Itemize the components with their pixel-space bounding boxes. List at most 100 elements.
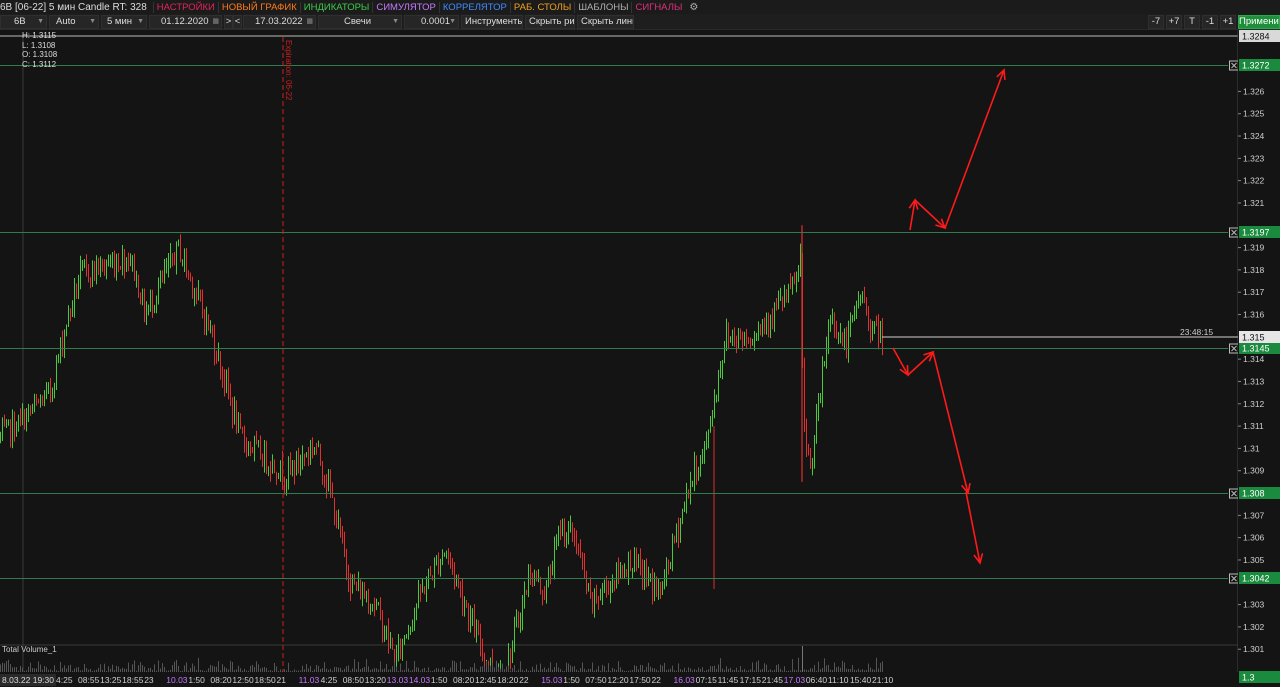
time-axis-label: 15:40 [850,675,872,685]
time-axis-date-label: 14.03 [409,675,431,685]
date-from-input[interactable]: 01.12.2020 ▦ [149,15,222,29]
level-lines[interactable] [0,60,1239,584]
arrow-line [892,347,909,376]
time-axis-label: 11:10 [828,675,849,685]
price-tick-label: 1.307 [1243,510,1265,520]
hide-drawings-button[interactable]: Скрыть рис. [525,15,575,29]
time-axis-label: 1:50 [431,675,448,685]
ohlc-close: C: 1.3112 [22,59,57,69]
arrow-line [944,69,1005,229]
price-tick-label: 1.319 [1243,243,1265,253]
time-axis-label: 21:10 [872,675,894,685]
today-button[interactable]: T [1184,15,1200,29]
price-tick-label: 1.324 [1243,131,1265,141]
time-axis-label: 07:50 [585,675,607,685]
price-tick-label: 1.318 [1243,265,1265,275]
ohlc-readout: H: 1.3115 L: 1.3108 O: 1.3108 C: 1.3112 [22,31,57,69]
time-axis-label: 4:25 [56,675,73,685]
time-axis-label: 13:20 [365,675,387,685]
time-axis-label: 12:50 [232,675,254,685]
price-tick-label: 1.302 [1243,622,1265,632]
level-price-badge: 1.3272 [1242,61,1270,71]
date-from-value: 01.12.2020 [161,16,209,27]
arrow-line [914,199,946,229]
time-axis-label: 23 [144,675,154,685]
price-tick-label: 1.314 [1243,354,1265,364]
close-icon [1231,490,1237,497]
nav-prev-button[interactable]: < [233,15,242,29]
menu-bar: 6B [06-22] 5 мин Candle RT: 328 НАСТРОЙК… [0,0,1280,14]
time-axis-label: 11:45 [718,675,739,685]
scale-select[interactable]: Auto ▼ [49,15,99,29]
apply-button[interactable]: Применить [1238,15,1280,29]
current-price-badge: 1.315 [1242,333,1265,343]
time-axis-label: 1:50 [563,675,580,685]
nav-next-button[interactable]: > [224,15,233,29]
zoom-plus7-button[interactable]: +7 [1166,15,1182,29]
price-bottom-label: 1.3 [1242,673,1255,683]
time-axis-label: 18:50 [254,675,276,685]
gear-icon[interactable]: ⚙ [689,2,698,13]
time-axis-date-label: 15.03 [541,675,563,685]
time-axis-label: 17:50 [629,675,651,685]
price-tick-label: 1.312 [1243,399,1265,409]
candles [0,225,883,687]
price-tick-label: 1.321 [1243,198,1265,208]
level-delete-icon [1229,60,1239,71]
menu-templates[interactable]: ШАБЛОНЫ [574,1,631,13]
time-axis-label: 21:45 [762,675,784,685]
price-top-label: 1.3284 [1242,32,1270,42]
time-axis-label: 08:55 [78,675,100,685]
price-chart[interactable]: 1.3261.3251.3241.3231.3221.3211.3191.318… [0,30,1280,687]
price-tick-label: 1.316 [1243,310,1265,320]
time-axis-date-label: 17.03 [784,675,806,685]
menu-settings[interactable]: НАСТРОЙКИ [152,1,218,13]
zoom-minus7-button[interactable]: -7 [1148,15,1164,29]
chart-type-select[interactable]: Свечи ▼ [318,15,402,29]
volume-bars [0,646,883,672]
chevron-down-icon: ▼ [37,18,44,25]
zoom-plus1-button[interactable]: +1 [1220,15,1236,29]
arrow-line [907,351,934,376]
price-tick-label: 1.322 [1243,176,1265,186]
menu-new-chart[interactable]: НОВЫЙ ГРАФИК [217,1,300,13]
tools-button[interactable]: Инструменты [461,15,523,29]
menu-workspaces[interactable]: РАБ. СТОЛЫ [509,1,574,13]
time-axis-label: 06:40 [806,675,828,685]
ohlc-high: H: 1.3115 [22,31,57,40]
arrow-line [965,491,981,564]
timeframe-select[interactable]: 5 мин ▼ [101,15,147,29]
hide-lines-button[interactable]: Скрыть линии [577,15,634,29]
time-axis-label: 13:25 [100,675,122,685]
ohlc-low: L: 1.3108 [22,40,56,50]
time-axis-date-label: 11.03 [299,675,320,685]
scale-value: Auto [56,16,76,27]
toolbar: 6B ▼ Auto ▼ 5 мин ▼ 01.12.2020 ▦ > < 17.03.2… [0,14,1280,30]
menu-correlator[interactable]: КОРРЕЛЯТОР [438,1,510,13]
level-price-badge: 1.3145 [1242,344,1270,354]
chevron-down-icon: ▼ [449,18,456,25]
time-axis-label: 08:20 [210,675,232,685]
level-price-badge: 1.3042 [1242,574,1270,584]
close-icon [1231,345,1237,352]
timeframe-value: 5 мин [107,16,133,27]
zoom-minus1-button[interactable]: -1 [1202,15,1218,29]
tick-select[interactable]: 0.0001 ▼ [404,15,459,29]
level-price-badge: 1.308 [1242,489,1265,499]
drawn-arrows[interactable] [892,68,1006,565]
time-axis-label: 22 [519,675,529,685]
chart-grid [0,30,1239,687]
price-tick-label: 1.309 [1243,466,1265,476]
menu-indicators[interactable]: ИНДИКАТОРЫ [299,1,373,13]
volume-indicator-label: Total Volume_1 [2,645,57,654]
date-to-input[interactable]: 17.03.2022 ▦ [243,15,316,29]
symbol-select[interactable]: 6B ▼ [0,15,47,29]
menu-simulator[interactable]: СИМУЛЯТОР [372,1,439,13]
menu-signals[interactable]: СИГНАЛЫ [631,1,685,13]
level-delete-icon [1229,573,1239,584]
trading-app: 6B [06-22] 5 мин Candle RT: 328 НАСТРОЙК… [0,0,1280,687]
time-axis-label: 17:15 [740,675,762,685]
crosshair-date: 8.03.22 19:30 [0,674,56,686]
time-axis: 4:25 08:55 13:25 18:55 23 10.03 1:50 08:20 12:50… [0,672,1238,687]
level-delete-icon [1229,488,1239,499]
